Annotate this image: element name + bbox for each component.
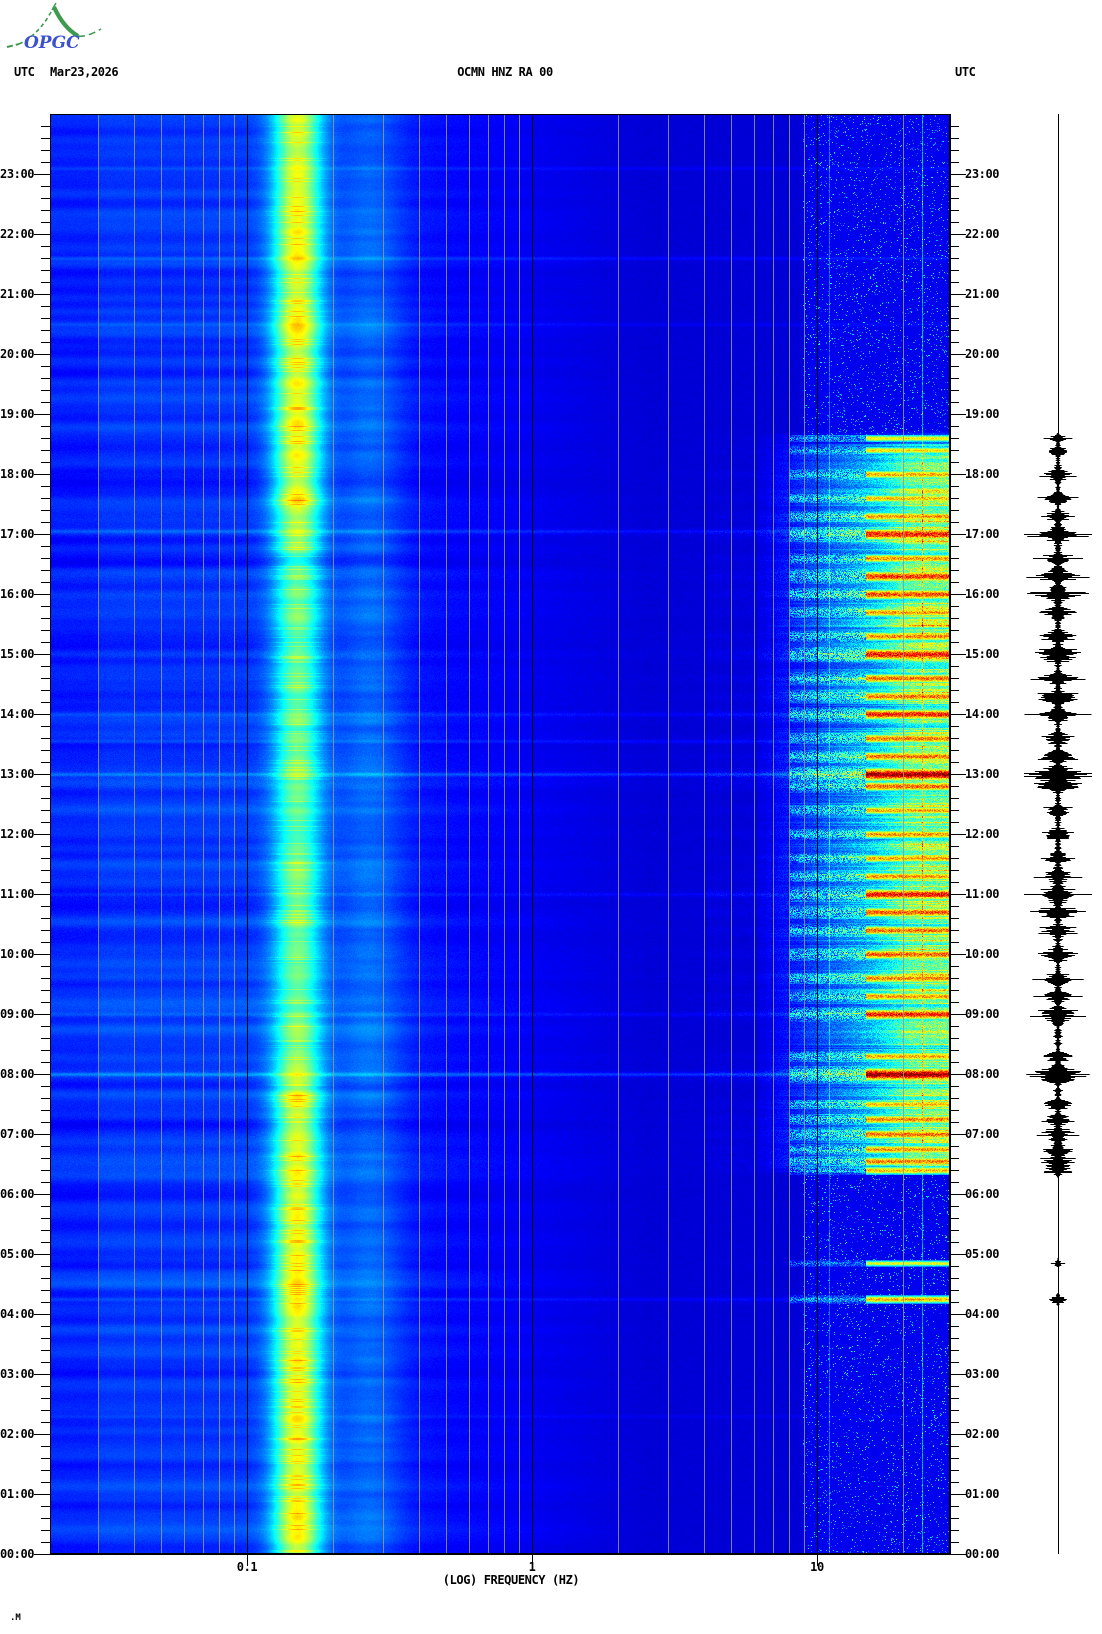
page: OPGC UTC Mar23,2026 OCMN HNZ RA 00 UTC 0… [0,0,1102,1634]
time-label-left: 06:00 [0,1187,35,1201]
time-label-right: 00:00 [965,1547,1000,1561]
time-label-right: 10:00 [965,947,1000,961]
time-label-right: 15:00 [965,647,1000,661]
time-label-right: 09:00 [965,1007,1000,1021]
time-label-right: 06:00 [965,1187,1000,1201]
freq-tick-label: 1 [528,1560,536,1574]
time-label-right: 13:00 [965,767,1000,781]
time-label-right: 08:00 [965,1067,1000,1081]
time-label-left: 16:00 [0,587,35,601]
time-label-left: 04:00 [0,1307,35,1321]
time-label-right: 16:00 [965,587,1000,601]
time-label-right: 04:00 [965,1307,1000,1321]
time-label-right: 12:00 [965,827,1000,841]
time-label-left: 07:00 [0,1127,35,1141]
time-label-left: 09:00 [0,1007,35,1021]
time-label-left: 15:00 [0,647,35,661]
spectrogram-canvas [50,114,950,1554]
seismogram-trace-canvas [1013,114,1102,1554]
time-label-left: 21:00 [0,287,35,301]
time-label-left: 08:00 [0,1067,35,1081]
time-label-left: 00:00 [0,1547,35,1561]
time-label-right: 21:00 [965,287,1000,301]
time-label-right: 14:00 [965,707,1000,721]
time-label-right: 11:00 [965,887,1000,901]
time-label-right: 07:00 [965,1127,1000,1141]
time-label-right: 19:00 [965,407,1000,421]
time-label-left: 14:00 [0,707,35,721]
time-label-left: 22:00 [0,227,35,241]
freq-tick-label: 0.1 [236,1560,258,1574]
time-label-left: 03:00 [0,1367,35,1381]
time-label-right: 22:00 [965,227,1000,241]
corner-mark: .M [10,1613,21,1623]
freq-tick-label: 10 [810,1560,824,1574]
time-label-left: 13:00 [0,767,35,781]
time-label-right: 18:00 [965,467,1000,481]
freq-axis-title: (LOG) FREQUENCY (HZ) [442,1573,580,1587]
time-label-left: 05:00 [0,1247,35,1261]
time-label-left: 02:00 [0,1427,35,1441]
time-label-right: 02:00 [965,1427,1000,1441]
time-label-left: 11:00 [0,887,35,901]
time-label-right: 03:00 [965,1367,1000,1381]
time-label-left: 19:00 [0,407,35,421]
time-label-left: 20:00 [0,347,35,361]
time-label-left: 01:00 [0,1487,35,1501]
time-label-left: 18:00 [0,467,35,481]
time-label-right: 05:00 [965,1247,1000,1261]
time-label-right: 20:00 [965,347,1000,361]
time-label-left: 23:00 [0,167,35,181]
time-label-left: 10:00 [0,947,35,961]
time-label-left: 12:00 [0,827,35,841]
time-label-left: 17:00 [0,527,35,541]
time-label-right: 01:00 [965,1487,1000,1501]
time-label-right: 17:00 [965,527,1000,541]
time-label-right: 23:00 [965,167,1000,181]
